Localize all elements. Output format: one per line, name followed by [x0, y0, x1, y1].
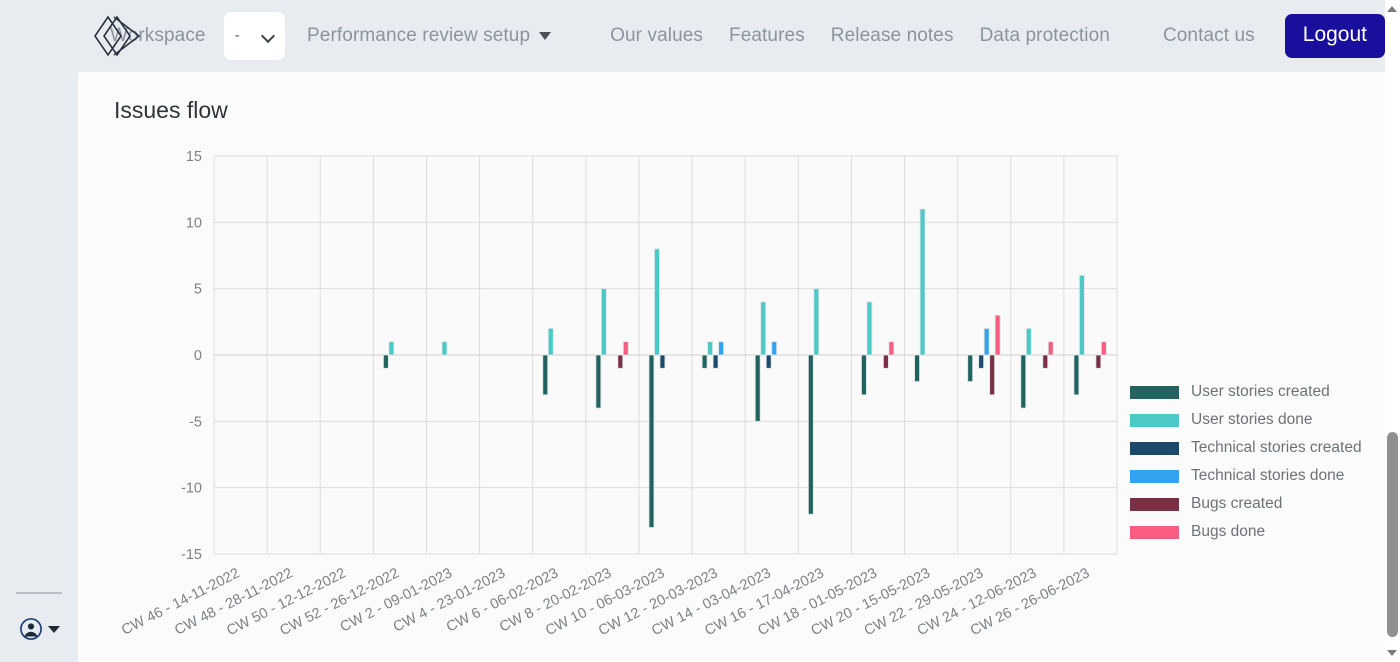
chart-bar[interactable] — [989, 354, 995, 396]
chart-bar[interactable] — [622, 341, 629, 356]
triangle-down-icon[interactable] — [539, 32, 552, 40]
chart-bar[interactable] — [807, 354, 814, 515]
chart-bar[interactable] — [1101, 341, 1107, 356]
chart-bar[interactable] — [914, 354, 920, 382]
user-avatar-icon[interactable] — [20, 618, 42, 640]
y-axis-tick-label: -15 — [181, 547, 202, 563]
legend-color-swatch — [1130, 469, 1179, 483]
legend-item[interactable]: Technical stories done — [1130, 467, 1362, 485]
y-axis-tick-label: 0 — [194, 348, 202, 364]
chart-bar[interactable] — [654, 248, 660, 356]
caret-down-icon[interactable] — [48, 625, 60, 633]
chart-bar[interactable] — [978, 354, 985, 369]
y-axis-tick-label: 15 — [186, 149, 202, 165]
scrollbar-thumb[interactable] — [1387, 432, 1398, 637]
chart-bar[interactable] — [601, 288, 607, 356]
chart-bar[interactable] — [1020, 354, 1027, 409]
top-navigation-bar: Workspace - Performance review setup Our… — [78, 0, 1385, 72]
y-axis-tick-label: -10 — [181, 481, 202, 497]
y-axis-tick-label: 5 — [194, 282, 202, 298]
chart-bar[interactable] — [388, 341, 395, 356]
legend-item[interactable]: Bugs created — [1130, 495, 1362, 513]
nav-performance-review-setup[interactable]: Performance review setup — [307, 25, 552, 47]
nav-data-protection[interactable]: Data protection — [980, 25, 1110, 47]
legend-label: Technical stories done — [1191, 467, 1345, 484]
chart-bar[interactable] — [888, 341, 895, 356]
chart-bar[interactable] — [712, 354, 719, 369]
legend-color-swatch — [1130, 525, 1179, 539]
chart-bar[interactable] — [919, 208, 926, 356]
nav-performance-review-setup-label: Performance review setup — [307, 25, 531, 46]
legend-item[interactable]: Bugs done — [1130, 523, 1362, 541]
chart-bar[interactable] — [813, 288, 820, 356]
scroll-up-arrow-icon[interactable] — [1387, 6, 1397, 12]
legend-label: Technical stories created — [1191, 439, 1362, 456]
sidebar-user-menu[interactable] — [20, 618, 60, 640]
chevron-down-icon[interactable] — [263, 30, 275, 42]
chart-bar[interactable] — [617, 354, 624, 369]
chart-bar[interactable] — [771, 341, 778, 356]
legend-color-swatch — [1130, 385, 1179, 399]
legend-item[interactable]: User stories created — [1130, 383, 1362, 401]
y-axis-tick-label: -5 — [189, 414, 202, 430]
chart-bar[interactable] — [1047, 341, 1054, 356]
chart-bar[interactable] — [1079, 274, 1085, 356]
legend-label: User stories created — [1191, 383, 1330, 400]
legend-label: Bugs created — [1191, 495, 1283, 512]
nav-our-values[interactable]: Our values — [610, 25, 703, 47]
chart-bar[interactable] — [994, 314, 1001, 356]
legend-label: Bugs done — [1191, 523, 1266, 540]
chart-bar[interactable] — [967, 354, 974, 382]
chart-bar[interactable] — [383, 354, 389, 369]
issues-flow-chart: 15 10 5 0 -5 -10 -15 CW 46 - 14-11-2022 CW 48 - … — [78, 72, 1385, 662]
chart-bar[interactable] — [983, 328, 990, 356]
chart-bar[interactable] — [547, 328, 554, 356]
chart-bar[interactable] — [1025, 328, 1032, 356]
logout-button[interactable]: Logout — [1284, 14, 1385, 58]
legend-label: User stories done — [1191, 411, 1313, 428]
chart-bar[interactable] — [754, 354, 761, 422]
brand-diamond-logo[interactable] — [92, 14, 142, 58]
chart-bar[interactable] — [883, 354, 889, 369]
chart-bar[interactable] — [595, 354, 602, 409]
chart-bar[interactable] — [701, 354, 708, 369]
chart-bar[interactable] — [1042, 354, 1049, 369]
chart-bar[interactable] — [659, 354, 666, 369]
legend-color-swatch — [1130, 497, 1179, 511]
workspace-select[interactable]: - — [223, 12, 286, 60]
sidebar-divider — [16, 592, 62, 594]
chart-bar[interactable] — [765, 354, 772, 369]
chart-bar[interactable] — [707, 341, 713, 356]
chart-bar[interactable] — [861, 354, 867, 396]
page-scrollbar[interactable] — [1385, 0, 1400, 662]
chart-bar[interactable] — [1095, 354, 1102, 369]
nav-contact-us[interactable]: Contact us — [1163, 25, 1255, 47]
legend-item[interactable]: Technical stories created — [1130, 439, 1362, 457]
chart-bar[interactable] — [1073, 354, 1080, 396]
left-sidebar — [0, 0, 78, 662]
y-axis-tick-label: 10 — [186, 215, 202, 231]
nav-release-notes[interactable]: Release notes — [831, 25, 954, 47]
main-content-panel: Issues flow 15 10 5 0 -5 -10 -15 CW 46 - 14-11-… — [78, 72, 1385, 662]
chart-bar[interactable] — [648, 354, 655, 528]
chart-bar[interactable] — [866, 301, 873, 356]
chart-legend: User stories created User stories done Tec… — [1130, 383, 1362, 541]
nav-links-group: Our values Features Release notes Data p… — [610, 25, 1110, 47]
chart-bar[interactable] — [441, 341, 448, 356]
chart-bar[interactable] — [760, 301, 767, 356]
chart-bar[interactable] — [718, 341, 724, 356]
workspace-select-value: - — [234, 27, 240, 44]
nav-features[interactable]: Features — [729, 25, 805, 47]
legend-item[interactable]: User stories done — [1130, 411, 1362, 429]
legend-color-swatch — [1130, 413, 1179, 427]
scroll-down-arrow-icon[interactable] — [1387, 650, 1397, 656]
issues-flow-bar-chart-svg: 151050-5-10-15CW 46 - 14-11-2022CW 48 - … — [119, 149, 1118, 639]
legend-color-swatch — [1130, 441, 1179, 455]
chart-bar[interactable] — [542, 354, 549, 396]
